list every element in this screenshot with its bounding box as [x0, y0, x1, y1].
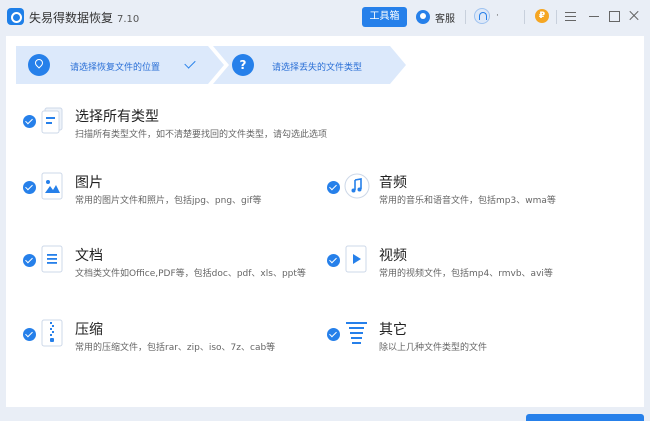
divider	[465, 10, 466, 24]
option-video[interactable]: 视频 常用的视频文件，包括mp4、rmvb、avi等	[327, 244, 617, 284]
checkbox-all-types[interactable]	[23, 115, 36, 128]
music-note-icon	[344, 173, 370, 199]
coin-icon[interactable]: ₽	[535, 9, 549, 23]
option-description: 常用的图片文件和照片，包括jpg、png、gif等	[75, 196, 262, 206]
option-title: 图片	[75, 175, 103, 191]
option-description: 除以上几种文件类型的文件	[379, 343, 488, 353]
option-title: 选择所有类型	[75, 109, 159, 125]
option-description: 常用的压缩文件，包括rar、zip、iso、7z、cab等	[75, 343, 276, 353]
checkbox-image[interactable]	[23, 181, 36, 194]
presence-dot: ·	[496, 11, 499, 21]
user-service-icon	[416, 10, 430, 24]
option-title: 音频	[379, 175, 407, 191]
image-file-icon	[41, 172, 63, 200]
checkbox-audio[interactable]	[327, 181, 340, 194]
close-icon[interactable]	[627, 9, 641, 23]
location-pin-icon	[28, 54, 50, 76]
app-title: 失易得数据恢复 7.10	[29, 9, 139, 26]
option-document[interactable]: 文档 文档类文件如Office,PDF等，包括doc、pdf、xls、ppt等	[23, 244, 313, 284]
option-all-types[interactable]: 选择所有类型 扫描所有类型文件，如不清楚要找回的文件类型，请勾选此选项	[23, 105, 363, 145]
video-play-icon	[345, 245, 367, 273]
checkbox-archive[interactable]	[23, 328, 36, 341]
file-stack-icon	[41, 107, 63, 134]
option-audio[interactable]: 音频 常用的音乐和语音文件，包括mp3、wma等	[327, 171, 617, 211]
divider	[556, 10, 557, 24]
option-description: 扫描所有类型文件，如不清楚要找回的文件类型，请勾选此选项	[75, 130, 328, 140]
minimize-icon[interactable]	[587, 9, 601, 23]
maximize-icon[interactable]	[607, 9, 621, 23]
title-bar: 失易得数据恢复 7.10 工具箱 客服 · ₽	[0, 0, 650, 34]
step-2-label: 请选择丢失的文件类型	[272, 63, 363, 73]
zip-file-icon	[41, 319, 63, 347]
checkbox-video[interactable]	[327, 254, 340, 267]
question-icon: ?	[232, 54, 254, 76]
next-button[interactable]	[526, 414, 644, 421]
menu-icon[interactable]	[564, 9, 578, 23]
option-title: 压缩	[75, 322, 103, 338]
app-title-text: 失易得数据恢复	[29, 11, 114, 25]
headset-icon[interactable]	[474, 8, 490, 24]
option-description: 文档类文件如Office,PDF等，包括doc、pdf、xls、ppt等	[75, 269, 306, 279]
option-archive[interactable]: 压缩 常用的压缩文件，包括rar、zip、iso、7z、cab等	[23, 318, 313, 358]
option-image[interactable]: 图片 常用的图片文件和照片，包括jpg、png、gif等	[23, 171, 313, 211]
checkbox-other[interactable]	[327, 328, 340, 341]
app-logo-icon	[7, 8, 24, 25]
toolbox-button[interactable]: 工具箱	[362, 7, 407, 27]
divider	[524, 10, 525, 24]
option-title: 其它	[379, 322, 407, 338]
stepper: 请选择恢复文件的位置 ? 请选择丢失的文件类型	[16, 46, 406, 84]
service-label: 客服	[435, 13, 455, 25]
option-description: 常用的音乐和语音文件，包括mp3、wma等	[379, 196, 556, 206]
option-description: 常用的视频文件，包括mp4、rmvb、avi等	[379, 269, 553, 279]
option-title: 文档	[75, 248, 103, 264]
list-file-icon	[346, 322, 367, 344]
option-other[interactable]: 其它 除以上几种文件类型的文件	[327, 318, 617, 358]
customer-service-button[interactable]: 客服	[416, 9, 455, 25]
document-file-icon	[41, 245, 63, 273]
step-1-label: 请选择恢复文件的位置	[70, 63, 161, 73]
option-title: 视频	[379, 248, 407, 264]
app-version: 7.10	[117, 14, 140, 25]
main-panel: 请选择恢复文件的位置 ? 请选择丢失的文件类型 选择所有类型 扫描所有类型文件，…	[6, 36, 644, 407]
checkbox-document[interactable]	[23, 254, 36, 267]
